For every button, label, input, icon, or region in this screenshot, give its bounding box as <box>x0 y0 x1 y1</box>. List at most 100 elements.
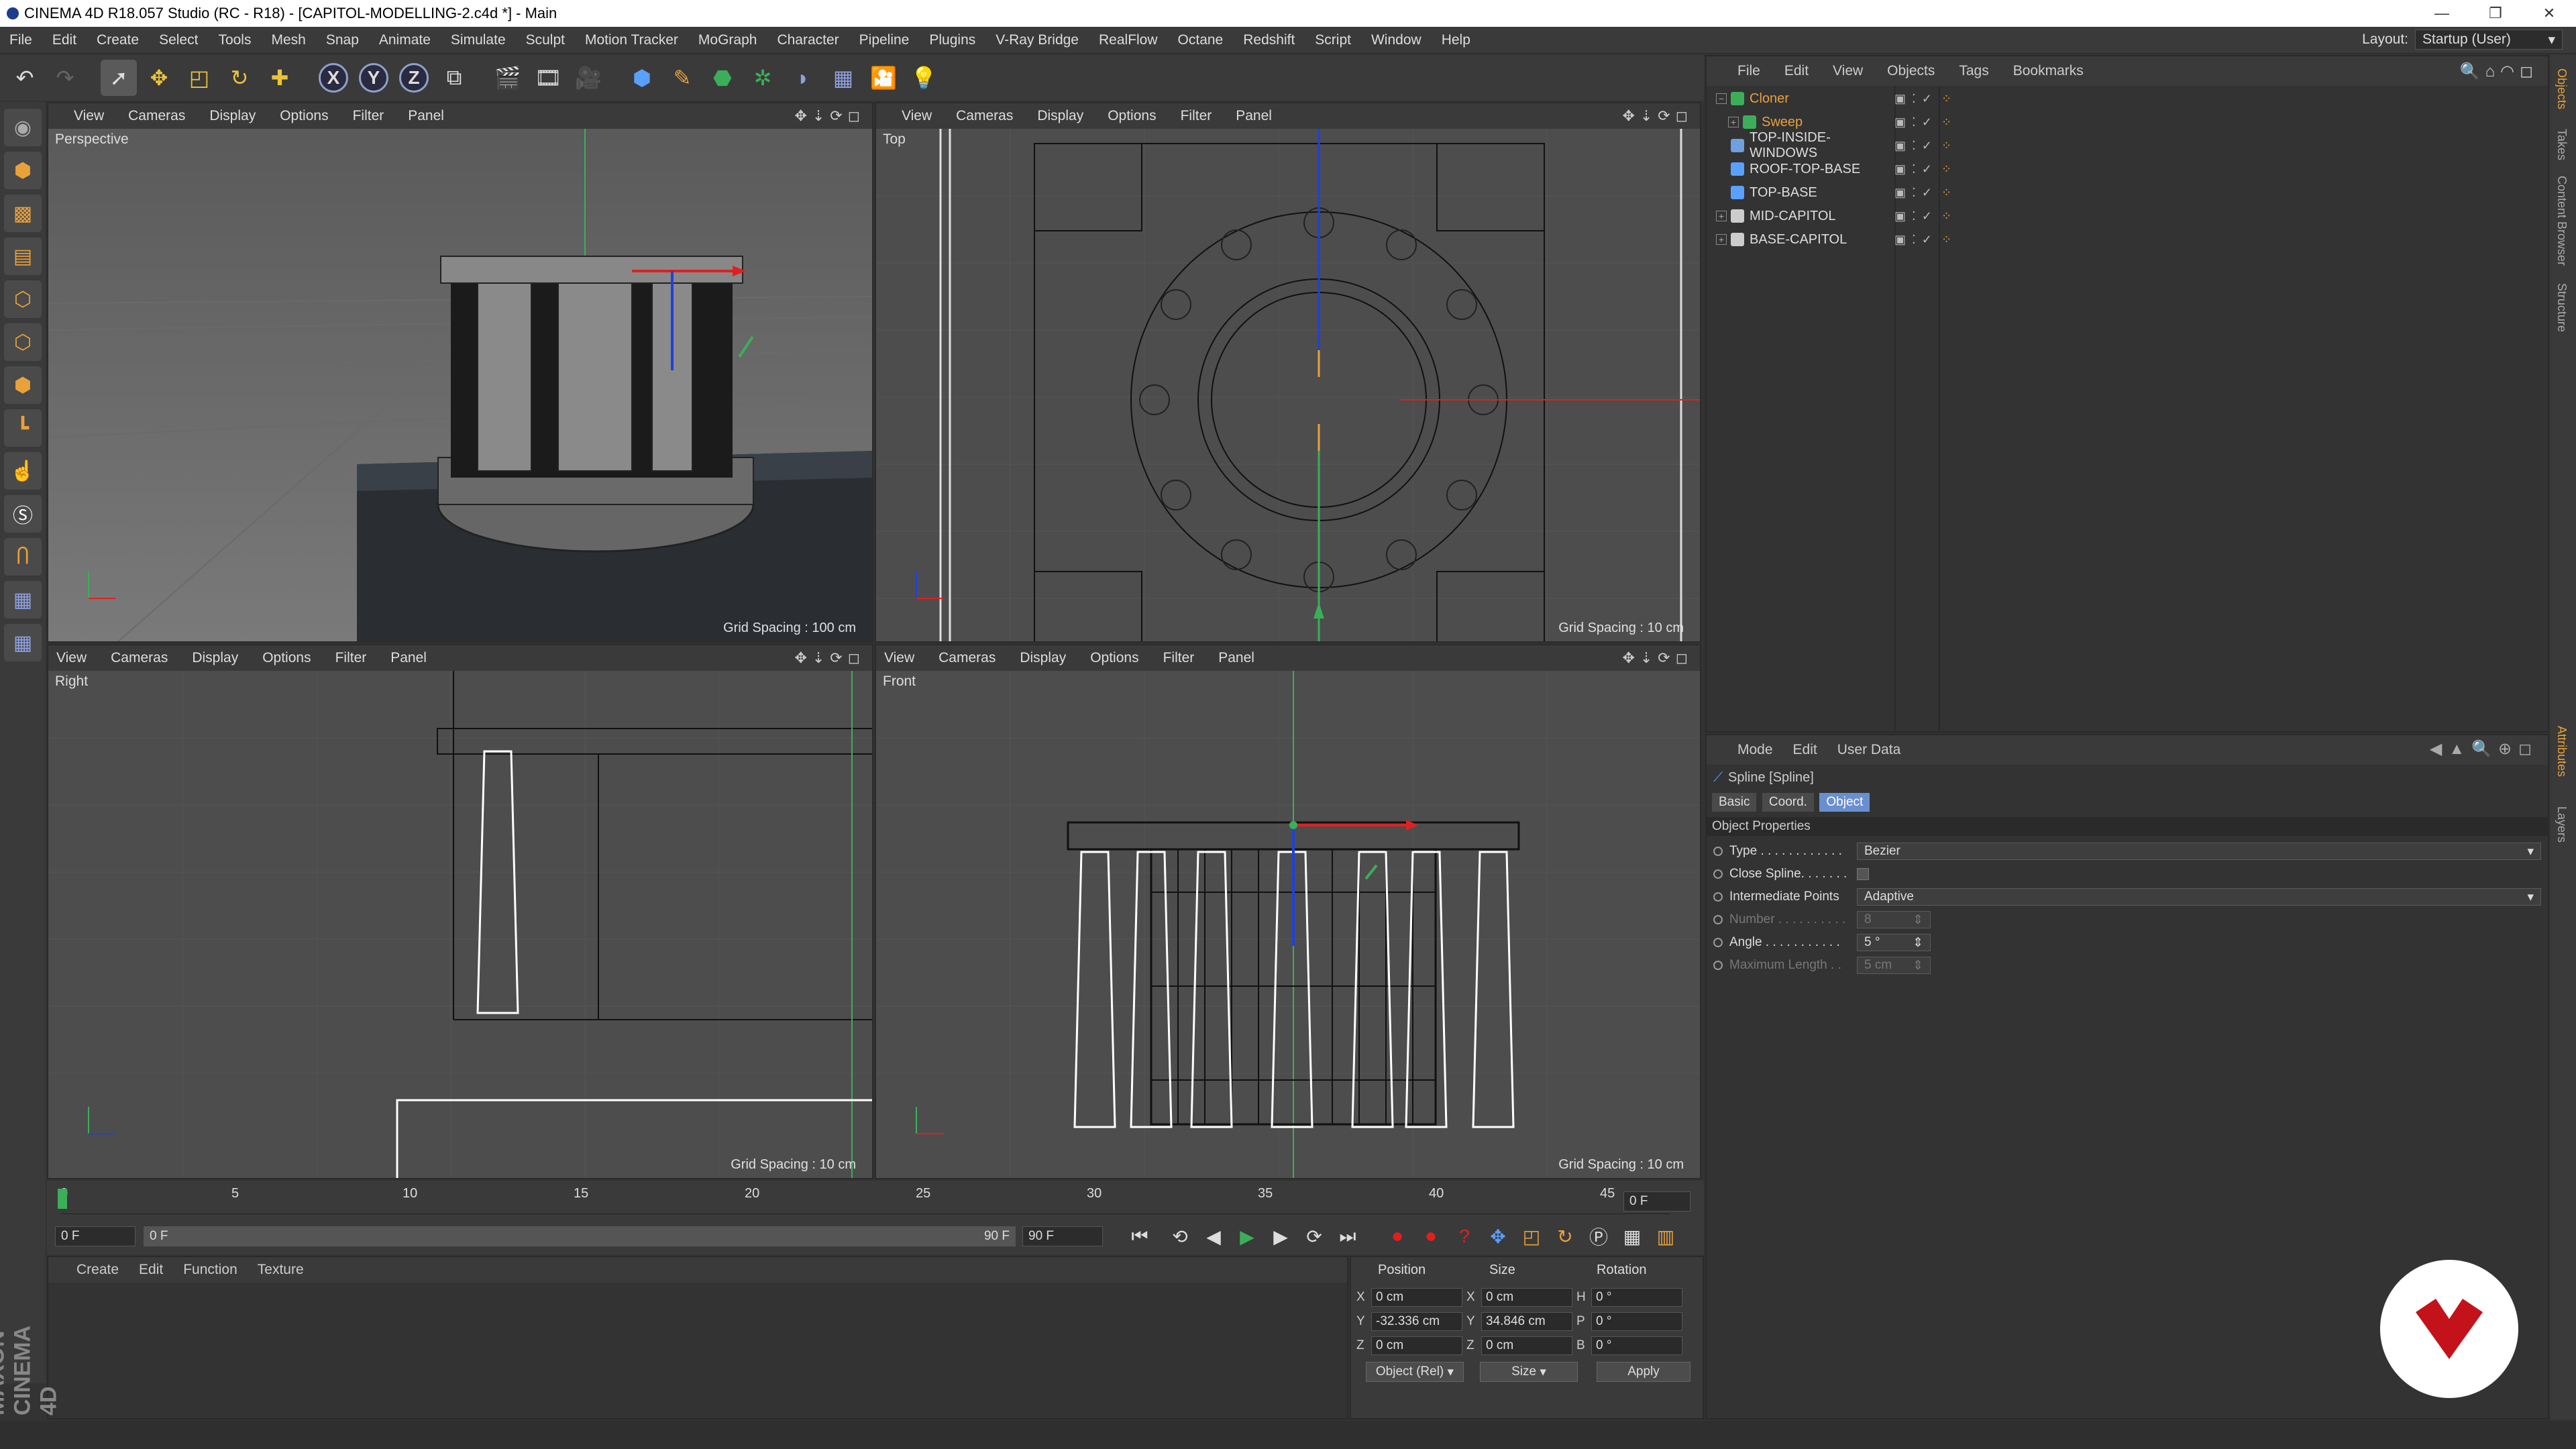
side-tab-attributes[interactable]: Attributes <box>2555 726 2569 777</box>
menu-sculpt[interactable]: Sculpt <box>517 32 576 48</box>
menu-help[interactable]: Help <box>1432 32 1481 48</box>
recent-tools-icon[interactable]: ✚ <box>262 60 298 96</box>
position-x-field[interactable]: 0 cm <box>1371 1288 1462 1307</box>
key-position-icon[interactable]: ✥ <box>1483 1222 1513 1251</box>
mat-menu-function[interactable]: Function <box>183 1262 237 1278</box>
menu-motion-tracker[interactable]: Motion Tracker <box>576 32 689 48</box>
vp-menu-cameras[interactable]: Cameras <box>128 108 185 124</box>
autokey-icon[interactable]: ⏺ <box>1416 1222 1446 1251</box>
workplane-lock-icon[interactable]: ▦ <box>4 581 42 619</box>
edges-mode-icon[interactable]: ⬡ <box>4 323 42 361</box>
object-row[interactable]: TOP-BASE ▣ ⁚ ✓ ⁘ <box>1707 181 2549 204</box>
maximize-button[interactable]: ❐ <box>2469 0 2522 27</box>
tab-coord[interactable]: Coord. <box>1762 793 1814 812</box>
live-selection-icon[interactable]: ➚ <box>101 60 137 96</box>
vp-menu-filter[interactable]: Filter <box>335 650 367 666</box>
render-picture-viewer-icon[interactable]: 🎞 <box>530 60 566 96</box>
object-row[interactable]: ROOF-TOP-BASE ▣ ⁚ ✓ ⁘ <box>1707 158 2549 180</box>
side-tab-takes[interactable]: Takes <box>2555 129 2569 160</box>
vp-menu-panel[interactable]: Panel <box>390 650 427 666</box>
menu-plugins[interactable]: Plugins <box>920 32 986 48</box>
object-tag-icon[interactable]: ⁘ <box>1941 186 1951 200</box>
om-menu-file[interactable]: File <box>1737 63 1760 79</box>
tab-basic[interactable]: Basic <box>1712 793 1757 812</box>
animate-toggle-icon[interactable] <box>1713 938 1723 947</box>
attribute-number-field[interactable]: 5 cm ⇕ <box>1857 957 1931 974</box>
workplane-icon[interactable]: ▤ <box>4 237 42 275</box>
menu-tools[interactable]: Tools <box>209 32 262 48</box>
undo-icon[interactable]: ↶ <box>7 60 43 96</box>
texture-mode-icon[interactable]: ▩ <box>4 195 42 232</box>
planar-workplane-icon[interactable]: ▦ <box>4 624 42 661</box>
animate-toggle-icon[interactable] <box>1713 961 1723 970</box>
frame-ruler[interactable]: 051015202530354045505560657075808590 <box>58 1186 2470 1214</box>
vp-menu-cameras[interactable]: Cameras <box>111 650 168 666</box>
pen-spline-icon[interactable]: ✎ <box>664 60 700 96</box>
scale-tool-icon[interactable]: ◰ <box>181 60 217 96</box>
menu-snap[interactable]: Snap <box>317 32 370 48</box>
object-tag-icon[interactable]: ⁘ <box>1941 92 1951 106</box>
menu-character[interactable]: Character <box>767 32 849 48</box>
vp-menu-options[interactable]: Options <box>262 650 311 666</box>
menu-simulate[interactable]: Simulate <box>441 32 517 48</box>
magnet-icon[interactable]: Ⴖ <box>4 538 42 576</box>
menu-file[interactable]: File <box>0 32 43 48</box>
rotate-tool-icon[interactable]: ↻ <box>221 60 258 96</box>
animate-toggle-icon[interactable] <box>1713 892 1723 902</box>
timeline-layout-icon[interactable]: ▥ <box>1651 1222 1680 1251</box>
tab-object[interactable]: Object <box>1819 793 1870 812</box>
side-tab-objects[interactable]: Objects <box>2555 68 2569 109</box>
visibility-toggle-icon[interactable]: ▣ ⁚ ✓ <box>1894 233 1933 247</box>
vp-menu-filter[interactable]: Filter <box>1163 650 1195 666</box>
vp-menu-panel[interactable]: Panel <box>408 108 444 124</box>
mat-menu-texture[interactable]: Texture <box>258 1262 304 1278</box>
om-menu-view[interactable]: View <box>1833 63 1863 79</box>
attribute-dropdown[interactable]: Adaptive ▾ <box>1857 888 2541 906</box>
side-tab-layers[interactable]: Layers <box>2555 806 2569 843</box>
go-to-end-icon[interactable]: ⏭ <box>1333 1222 1362 1251</box>
key-scale-icon[interactable]: ◰ <box>1517 1222 1546 1251</box>
menu-mesh[interactable]: Mesh <box>262 32 316 48</box>
object-tag-icon[interactable]: ⁘ <box>1941 233 1951 247</box>
vp-menu-filter[interactable]: Filter <box>1181 108 1212 124</box>
vp-menu-display[interactable]: Display <box>192 650 238 666</box>
position-y-field[interactable]: -32.336 cm <box>1371 1312 1462 1331</box>
vp-menu-display[interactable]: Display <box>1037 108 1083 124</box>
menu-script[interactable]: Script <box>1305 32 1362 48</box>
om-menu-tags[interactable]: Tags <box>1959 63 1988 79</box>
visibility-toggle-icon[interactable]: ▣ ⁚ ✓ <box>1894 115 1933 129</box>
vp-menu-view[interactable]: View <box>902 108 932 124</box>
apply-button[interactable]: Apply <box>1597 1362 1690 1382</box>
go-to-start-icon[interactable]: ⏮ <box>1125 1222 1155 1251</box>
redo-icon[interactable]: ↷ <box>47 60 83 96</box>
menu-pipeline[interactable]: Pipeline <box>850 32 920 48</box>
vp-menu-filter[interactable]: Filter <box>353 108 384 124</box>
key-pla-icon[interactable]: ▦ <box>1617 1222 1647 1251</box>
am-menu-user-data[interactable]: User Data <box>1837 742 1901 758</box>
vp-menu-view[interactable]: View <box>884 650 914 666</box>
start-frame-field[interactable]: 0 F <box>55 1226 136 1246</box>
cube-primitive-icon[interactable]: ⬢ <box>624 60 660 96</box>
viewport-nav-icons[interactable]: ✥⇣⟳◻ <box>1622 107 1693 125</box>
object-tag-icon[interactable]: ⁘ <box>1941 209 1951 223</box>
play-icon[interactable]: ▶ <box>1232 1222 1262 1251</box>
object-row[interactable]: − Cloner ▣ ⁚ ✓ ⁘ <box>1707 87 2549 110</box>
menu-select[interactable]: Select <box>150 32 209 48</box>
side-tab-content-browser[interactable]: Content Browser <box>2555 176 2569 266</box>
axis-mode-icon[interactable]: ┗ <box>4 409 42 447</box>
go-to-next-key-icon[interactable]: ⟳ <box>1299 1222 1329 1251</box>
snap-icon[interactable]: Ⓢ <box>4 495 42 533</box>
expand-toggle-icon[interactable]: + <box>1728 117 1739 127</box>
menu-animate[interactable]: Animate <box>370 32 441 48</box>
minimize-button[interactable]: — <box>2415 0 2469 27</box>
points-mode-icon[interactable]: ⬡ <box>4 280 42 318</box>
visibility-toggle-icon[interactable]: ▣ ⁚ ✓ <box>1894 209 1933 223</box>
om-menu-objects[interactable]: Objects <box>1887 63 1935 79</box>
render-settings-icon[interactable]: 🎥 <box>570 60 606 96</box>
vp-menu-view[interactable]: View <box>74 108 104 124</box>
size-z-field[interactable]: 0 cm <box>1481 1336 1572 1355</box>
position-z-field[interactable]: 0 cm <box>1371 1336 1462 1355</box>
coordinate-mode-dropdown[interactable]: Object (Rel) ▾ <box>1366 1362 1464 1382</box>
visibility-toggle-icon[interactable]: ▣ ⁚ ✓ <box>1894 139 1933 153</box>
tweak-mode-icon[interactable]: ☝ <box>4 452 42 490</box>
